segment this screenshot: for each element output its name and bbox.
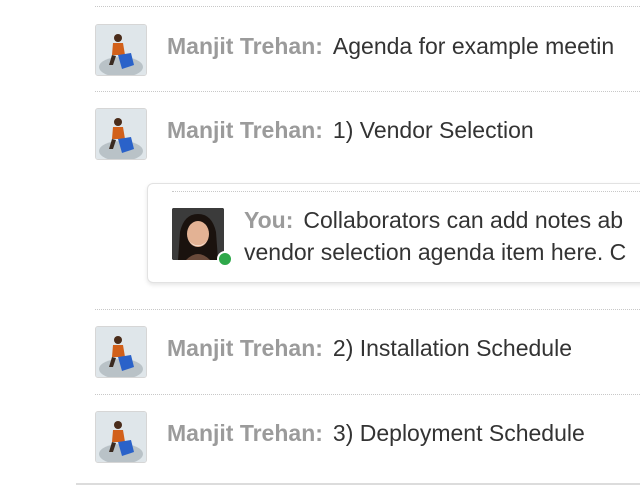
reply-text-line-2: vendor selection agenda item here. C bbox=[244, 239, 627, 265]
reply-card: You: Collaborators can add notes ab vendo… bbox=[147, 183, 640, 283]
user-avatar-icon[interactable] bbox=[95, 108, 147, 160]
post-text: 2) Installation Schedule bbox=[332, 335, 573, 361]
post-text: 3) Deployment Schedule bbox=[332, 420, 585, 446]
feed-post: Manjit Trehan: Agenda for example meetin bbox=[95, 24, 640, 84]
comment-feed: Manjit Trehan: Agenda for example meetin … bbox=[0, 0, 640, 495]
divider bbox=[172, 191, 640, 192]
divider bbox=[95, 309, 640, 310]
divider bbox=[95, 91, 640, 92]
divider bbox=[95, 6, 640, 7]
post-text: 1) Vendor Selection bbox=[332, 117, 534, 143]
reply-author[interactable]: You: bbox=[244, 207, 293, 233]
post-text: Agenda for example meetin bbox=[332, 33, 615, 59]
author-name[interactable]: Manjit Trehan: bbox=[167, 117, 323, 143]
feed-post: Manjit Trehan: 2) Installation Schedule bbox=[95, 326, 640, 386]
reply-text-line-1: Collaborators can add notes ab bbox=[303, 207, 624, 233]
current-user-avatar-icon[interactable] bbox=[172, 208, 224, 260]
author-name[interactable]: Manjit Trehan: bbox=[167, 420, 323, 446]
feed-bottom-border bbox=[76, 483, 640, 485]
feed-post: Manjit Trehan: 1) Vendor Selection bbox=[95, 108, 640, 168]
divider bbox=[95, 394, 640, 395]
online-status-icon bbox=[217, 251, 233, 267]
user-avatar-icon[interactable] bbox=[95, 411, 147, 463]
user-avatar-icon[interactable] bbox=[95, 24, 147, 76]
user-avatar-icon[interactable] bbox=[95, 326, 147, 378]
author-name[interactable]: Manjit Trehan: bbox=[167, 33, 323, 59]
feed-post: Manjit Trehan: 3) Deployment Schedule bbox=[95, 411, 640, 471]
author-name[interactable]: Manjit Trehan: bbox=[167, 335, 323, 361]
